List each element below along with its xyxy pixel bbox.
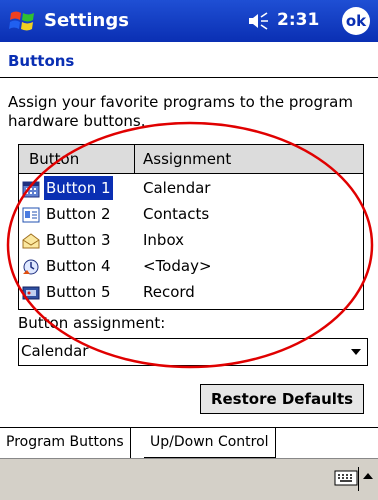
record-icon: [22, 286, 40, 300]
sip-divider: [358, 467, 359, 491]
row-button-name: Button 3: [46, 231, 111, 249]
keyboard-icon[interactable]: [334, 469, 358, 487]
list-header: Button Assignment: [19, 145, 363, 174]
description-text: Assign your favorite programs to the pro…: [8, 93, 353, 130]
ok-button[interactable]: ok: [342, 7, 370, 35]
row-assignment: Calendar: [143, 179, 211, 197]
restore-defaults-button[interactable]: Restore Defaults: [200, 384, 364, 414]
tab-up-down-control[interactable]: Up/Down Control: [144, 428, 276, 458]
list-row-button-2[interactable]: Button 2 Contacts: [19, 202, 363, 228]
chevron-down-icon[interactable]: [351, 349, 361, 355]
list-row-button-5[interactable]: Button 5 Record: [19, 280, 363, 306]
tab-program-buttons[interactable]: Program Buttons: [0, 428, 131, 458]
contacts-icon: [22, 207, 40, 223]
tab-bar: Program Buttons Up/Down Control: [0, 427, 378, 458]
row-button-name: Button 5: [46, 283, 111, 301]
heading-divider: [0, 77, 378, 78]
dropdown-value: Calendar: [21, 342, 89, 360]
row-assignment: <Today>: [143, 257, 212, 275]
clock[interactable]: 2:31: [277, 10, 319, 30]
button-assignment-dropdown[interactable]: Calendar: [18, 338, 368, 366]
button-assignment-label: Button assignment:: [18, 314, 166, 332]
column-header-button[interactable]: Button: [19, 145, 135, 173]
list-row-button-3[interactable]: Button 3 Inbox: [19, 228, 363, 254]
row-button-name: Button 1: [44, 176, 113, 200]
title-bar: Settings 2:31 ok: [0, 0, 378, 42]
row-assignment: Contacts: [143, 205, 210, 223]
today-icon: [23, 259, 39, 275]
row-assignment: Record: [143, 283, 195, 301]
speaker-icon[interactable]: [247, 11, 269, 31]
column-header-button-label: Button: [29, 150, 80, 168]
row-button-name: Button 4: [46, 257, 111, 275]
list-row-button-1[interactable]: Button 1 Calendar: [19, 176, 363, 202]
list-row-button-4[interactable]: Button 4 <Today>: [19, 254, 363, 280]
command-bar: [0, 458, 378, 500]
inbox-icon: [22, 233, 40, 249]
button-list[interactable]: Button Assignment Button 1 Calendar Butt…: [18, 144, 364, 310]
row-button-name: Button 2: [46, 205, 111, 223]
row-assignment: Inbox: [143, 231, 185, 249]
app-title: Settings: [44, 10, 129, 31]
windows-start-icon[interactable]: [8, 7, 36, 35]
column-header-assignment[interactable]: Assignment: [143, 150, 231, 168]
page-heading: Buttons: [8, 52, 75, 70]
calendar-icon: [22, 181, 40, 198]
input-panel-arrow-icon[interactable]: [363, 473, 373, 479]
